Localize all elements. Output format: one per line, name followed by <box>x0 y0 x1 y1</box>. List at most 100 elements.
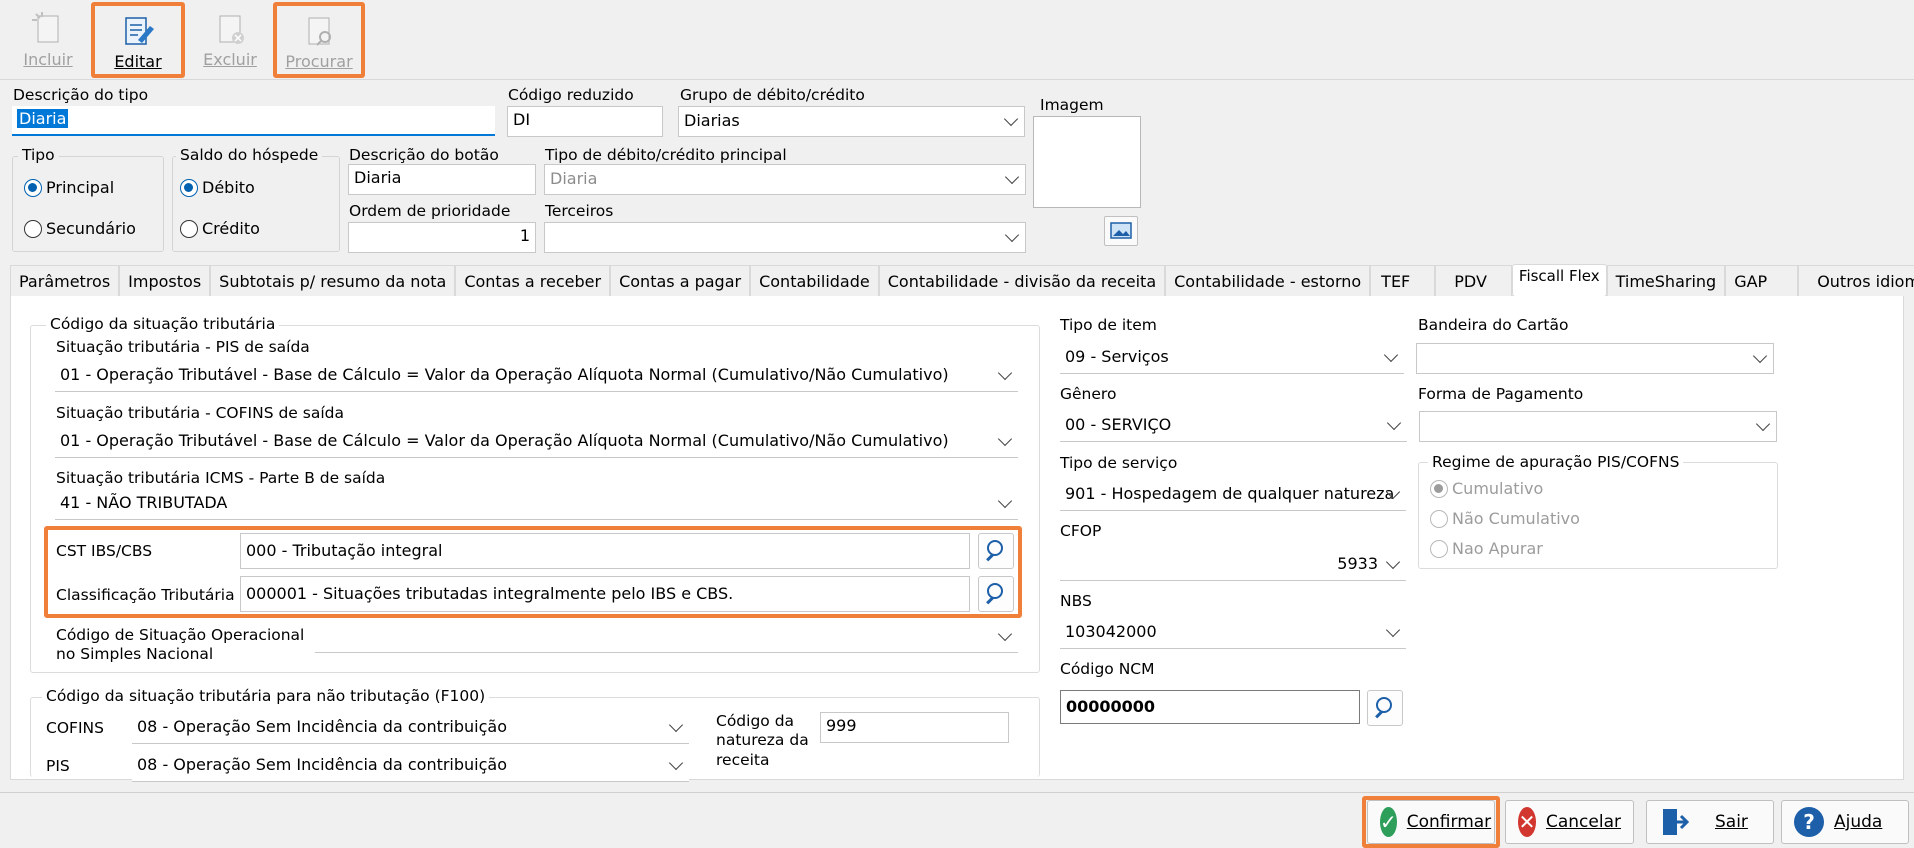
descricao-tipo-label: Descrição do tipo <box>13 86 149 104</box>
codigo-reduzido-input[interactable]: DI <box>507 106 663 137</box>
tab-timesharing[interactable]: TimeSharing <box>1606 265 1726 296</box>
cst-ibs-cbs-search-button[interactable] <box>978 533 1014 569</box>
simples-label-line2: no Simples Nacional <box>56 645 214 663</box>
cancel-icon: ✕ <box>1518 807 1536 837</box>
saldo-debito-radio[interactable]: Débito <box>180 178 255 197</box>
tipo-principal-label: Principal <box>46 178 115 197</box>
tab-parametros[interactable]: Parâmetros <box>10 265 120 296</box>
radio-unchecked-icon <box>180 219 198 238</box>
regime-cumulativo-label: Cumulativo <box>1452 479 1544 498</box>
forma-pagamento-select[interactable] <box>1419 411 1777 442</box>
check-icon: ✓ <box>1380 807 1397 837</box>
imagem-label: Imagem <box>1040 96 1104 114</box>
tab-tef[interactable]: TEF <box>1370 265 1436 296</box>
sair-label: Sair <box>1715 812 1748 832</box>
radio-unchecked-icon <box>24 219 42 238</box>
confirmar-label: Confirmar <box>1406 812 1492 832</box>
natureza-label-line2: natureza da <box>716 731 809 749</box>
tab-gap[interactable]: GAP <box>1725 265 1799 296</box>
procurar-button[interactable]: Procurar <box>273 2 365 78</box>
search-icon-handle <box>986 596 994 605</box>
cst-ibs-cbs-input[interactable]: 000 - Tributação integral <box>240 533 970 569</box>
editar-button[interactable]: Editar <box>91 2 185 78</box>
tab-contabilidade-divisao[interactable]: Contabilidade - divisão da receita <box>878 265 1166 296</box>
saldo-credito-label: Crédito <box>202 219 260 238</box>
radio-checked-icon <box>180 178 198 197</box>
f100-pis-label: PIS <box>46 757 70 775</box>
chevron-down-icon <box>997 493 1013 509</box>
regime-nao-apurar-label: Nao Apurar <box>1452 539 1543 558</box>
tipo-item-select[interactable]: 09 - Serviços <box>1060 343 1404 374</box>
icms-saida-select[interactable]: 41 - NÃO TRIBUTADA <box>55 489 1018 520</box>
load-image-button[interactable] <box>1104 216 1138 246</box>
tab-subtotais[interactable]: Subtotais p/ resumo da nota <box>210 265 456 296</box>
radio-checked-icon <box>24 178 42 197</box>
help-icon: ? <box>1794 807 1824 837</box>
regime-cumulativo-radio[interactable]: Cumulativo <box>1430 479 1543 498</box>
tab-contas-pagar[interactable]: Contas a pagar <box>610 265 751 296</box>
excluir-button[interactable]: Excluir <box>186 6 274 74</box>
classificacao-tributaria-search-button[interactable] <box>978 576 1014 612</box>
regime-nao-apurar-radio[interactable]: Nao Apurar <box>1430 539 1543 558</box>
classificacao-tributaria-input[interactable]: 000001 - Situações tributadas integralme… <box>240 576 970 612</box>
pis-saida-label: Situação tributária - PIS de saída <box>56 338 310 356</box>
terceiros-select[interactable] <box>544 222 1026 253</box>
cfop-select[interactable]: 5933 <box>1060 550 1406 581</box>
tipo-item-label: Tipo de item <box>1060 316 1157 334</box>
tab-outros-idiomas[interactable]: Outros idiomas <box>1798 265 1914 296</box>
radio-unchecked-icon <box>1430 539 1448 558</box>
f100-pis-select[interactable]: 08 - Operação Sem Incidência da contribu… <box>132 751 689 782</box>
search-icon-handle <box>986 553 994 562</box>
chevron-down-icon <box>997 431 1013 447</box>
f100-cofins-select[interactable]: 08 - Operação Sem Incidência da contribu… <box>132 713 689 744</box>
tab-fiscall-flex[interactable]: Fiscall Flex <box>1511 264 1607 296</box>
incluir-label: Incluir <box>23 50 73 69</box>
tipo-principal-select[interactable]: Diaria <box>544 164 1026 195</box>
ajuda-button[interactable]: ? Ajuda <box>1781 800 1909 844</box>
tab-contabilidade[interactable]: Contabilidade <box>750 265 879 296</box>
bandeira-select[interactable] <box>1416 343 1774 374</box>
search-icon <box>1376 697 1392 713</box>
toolbar: Incluir Editar Excluir Procurar <box>0 0 1914 80</box>
descricao-botao-input[interactable]: Diaria <box>348 164 536 195</box>
ncm-input[interactable]: 00000000 <box>1060 690 1360 724</box>
tab-contas-receber[interactable]: Contas a receber <box>455 265 611 296</box>
cancelar-button[interactable]: ✕ Cancelar <box>1505 800 1634 844</box>
sair-button[interactable]: Sair <box>1646 800 1774 844</box>
regime-nao-cumulativo-radio[interactable]: Não Cumulativo <box>1430 509 1580 528</box>
tipo-secundario-label: Secundário <box>46 219 136 238</box>
chevron-down-icon <box>1385 554 1401 570</box>
ncm-label: Código NCM <box>1060 660 1155 678</box>
excluir-label: Excluir <box>203 50 257 69</box>
cofins-saida-select[interactable]: 01 - Operação Tributável - Base de Cálcu… <box>55 427 1018 458</box>
terceiros-label: Terceiros <box>545 202 614 220</box>
radio-unchecked-icon <box>1430 509 1448 528</box>
ncm-search-button[interactable] <box>1367 690 1403 726</box>
tipo-servico-select[interactable]: 901 - Hospedagem de qualquer natureza <box>1060 480 1406 511</box>
tab-impostos[interactable]: Impostos <box>119 265 211 296</box>
cfop-label: CFOP <box>1060 522 1102 540</box>
incluir-button[interactable]: Incluir <box>4 6 92 74</box>
ajuda-label: Ajuda <box>1834 812 1883 832</box>
confirmar-button[interactable]: ✓ Confirmar <box>1367 800 1495 844</box>
chevron-down-icon <box>997 365 1013 381</box>
tipo-principal-radio[interactable]: Principal <box>24 178 114 197</box>
chevron-down-icon <box>1004 169 1020 185</box>
tab-contabilidade-estorno[interactable]: Contabilidade - estorno <box>1165 265 1371 296</box>
grupo-label: Grupo de débito/crédito <box>680 86 865 104</box>
nbs-select[interactable]: 103042000 <box>1060 618 1406 649</box>
pis-saida-select[interactable]: 01 - Operação Tributável - Base de Cálcu… <box>55 361 1018 392</box>
natureza-input[interactable]: 999 <box>820 712 1009 743</box>
descricao-tipo-input[interactable]: Diaria <box>12 106 495 136</box>
chevron-down-icon <box>1752 348 1768 364</box>
simples-select[interactable] <box>315 622 1018 653</box>
tab-pdv[interactable]: PDV <box>1435 265 1512 296</box>
saldo-credito-radio[interactable]: Crédito <box>180 219 260 238</box>
chevron-down-icon <box>1004 227 1020 243</box>
ordem-input[interactable]: 1 <box>348 222 536 253</box>
tipo-secundario-radio[interactable]: Secundário <box>24 219 136 238</box>
genero-select[interactable]: 00 - SERVIÇO <box>1060 411 1407 442</box>
grupo-select[interactable]: Diarias <box>678 106 1025 137</box>
bandeira-label: Bandeira do Cartão <box>1418 316 1569 334</box>
imagem-preview <box>1033 116 1141 208</box>
